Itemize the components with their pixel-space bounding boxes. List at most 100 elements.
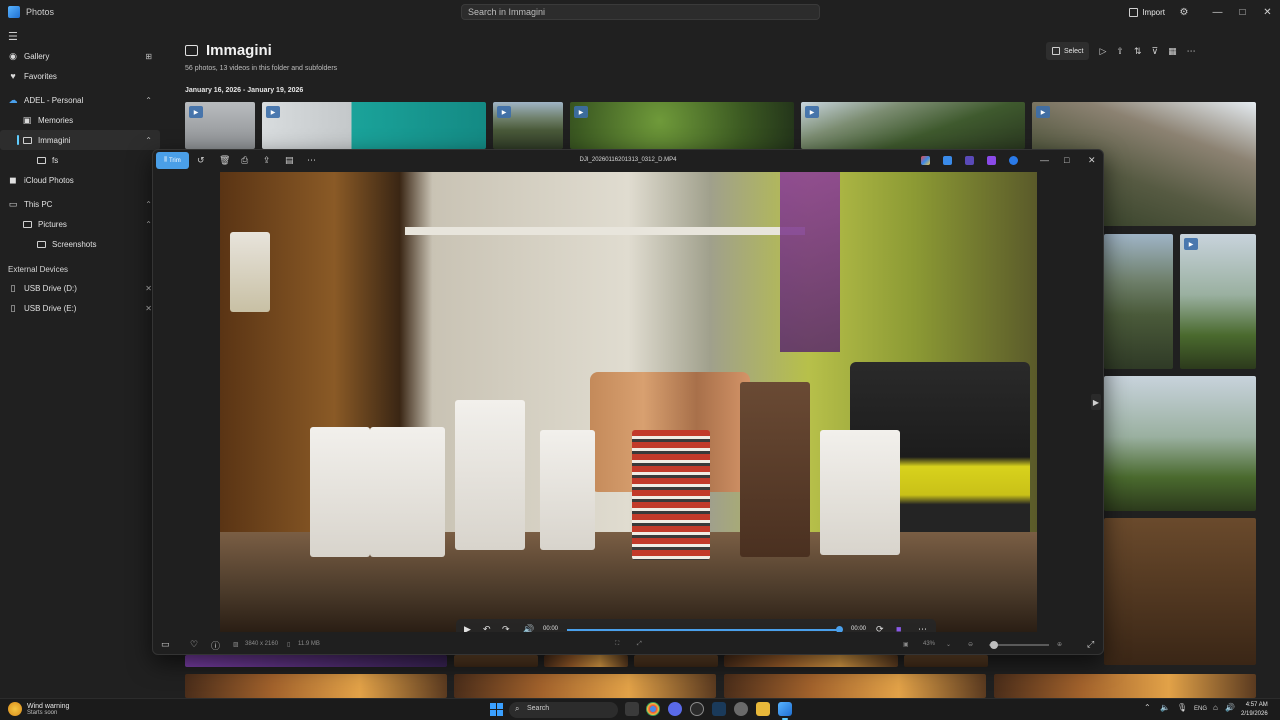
filmstrip-icon[interactable]: ▭ — [161, 639, 170, 650]
thumbnail[interactable]: ▶ — [801, 102, 1025, 149]
start-button-icon[interactable] — [490, 703, 503, 716]
seek-handle[interactable] — [836, 626, 843, 632]
view-options-icon[interactable]: ▦ — [1168, 46, 1177, 57]
sidebar-item-onedrive[interactable]: ☁ ADEL - Personal ⌃ — [0, 90, 160, 110]
eject-icon[interactable]: ✕ — [145, 304, 152, 313]
sidebar-item-favorites[interactable]: ♥ Favorites — [0, 66, 160, 86]
thumbnail[interactable] — [994, 674, 1256, 698]
volume-icon[interactable]: 🔊 — [523, 624, 534, 632]
skip-forward-icon[interactable]: ↷ — [502, 624, 510, 632]
loop-off-icon[interactable]: ⟳ — [876, 624, 884, 632]
sidebar-item-screenshots[interactable]: Screenshots — [0, 234, 160, 254]
network-icon[interactable]: ⌂ — [1213, 703, 1218, 712]
clipchamp-icon[interactable] — [965, 156, 974, 165]
sidebar-item-memories[interactable]: ▣ Memories — [0, 110, 160, 130]
select-button[interactable]: Select — [1046, 42, 1090, 60]
task-view-icon[interactable] — [625, 702, 639, 716]
zoom-slider-handle[interactable] — [989, 641, 998, 649]
microphone-icon[interactable]: 🎙 — [1177, 703, 1187, 712]
skip-back-icon[interactable]: ↶ — [483, 624, 491, 632]
viewer-maximize-button[interactable]: □ — [1064, 155, 1069, 165]
thumbnail[interactable]: ▶ — [570, 102, 794, 149]
info-icon[interactable]: ⓘ — [211, 639, 220, 652]
sidebar-item-fs[interactable]: fs — [0, 150, 160, 170]
thumbnail[interactable] — [454, 655, 538, 667]
new-folder-icon[interactable]: ⊞ — [145, 52, 152, 61]
thumbnail[interactable]: ▶ — [262, 102, 486, 149]
chevron-up-icon[interactable]: ⌃ — [145, 96, 152, 105]
chevron-up-icon[interactable]: ⌃ — [145, 136, 152, 145]
language-indicator[interactable]: ENG — [1194, 706, 1207, 712]
thumbnail[interactable] — [1104, 376, 1256, 511]
hamburger-menu-icon[interactable]: ☰ — [8, 30, 18, 43]
thumbnail[interactable] — [544, 655, 628, 667]
sidebar-item-immagini[interactable]: Immagini ⌃ — [0, 130, 160, 150]
taskbar-search[interactable]: ⌕ Search — [509, 702, 618, 718]
weather-widget[interactable]: Wind warning Starts soon — [8, 702, 69, 716]
thumbnail[interactable]: ▶ — [1180, 234, 1256, 369]
steam-icon[interactable] — [712, 702, 726, 716]
actual-size-icon[interactable]: ⤢ — [637, 641, 642, 648]
edit-app-icon[interactable] — [987, 156, 996, 165]
designer-icon[interactable] — [943, 156, 952, 165]
copilot-icon[interactable] — [921, 156, 930, 165]
file-explorer-icon[interactable] — [756, 702, 770, 716]
sidebar-item-icloud[interactable]: ◼ iCloud Photos — [0, 170, 160, 190]
fit-to-window-icon[interactable]: ⛶ — [615, 641, 619, 648]
minimize-button[interactable]: — — [1205, 0, 1230, 24]
show-hidden-icons-icon[interactable]: ⌃ — [1144, 703, 1151, 712]
gear-icon[interactable]: ⚙ — [1177, 5, 1191, 19]
clipchamp-icon[interactable]: ■ — [896, 624, 901, 632]
zoom-slider[interactable] — [989, 641, 1049, 649]
thumbnail[interactable] — [724, 674, 986, 698]
sidebar-item-gallery[interactable]: ◉ Gallery ⊞ — [0, 46, 160, 66]
photos-taskbar-icon[interactable] — [778, 702, 792, 720]
import-button[interactable]: Import — [1123, 3, 1171, 21]
sidebar-item-usb-e[interactable]: ▯ USB Drive (E:) ✕ — [0, 298, 160, 318]
seek-bar[interactable] — [567, 629, 839, 631]
close-button[interactable]: ✕ — [1255, 0, 1280, 24]
chevron-up-icon[interactable]: ⌃ — [145, 220, 152, 229]
speaker-icon[interactable]: 🔈 — [1160, 703, 1170, 712]
onedrive-icon[interactable] — [1009, 156, 1018, 165]
thumbnail[interactable] — [185, 655, 447, 667]
sidebar-item-pictures[interactable]: Pictures ⌃ — [0, 214, 160, 234]
thumbnail[interactable] — [724, 655, 898, 667]
settings-icon[interactable] — [734, 702, 748, 716]
github-icon[interactable] — [690, 702, 704, 716]
chevron-down-icon[interactable]: ⌄ — [946, 641, 951, 648]
sidebar-item-usb-d[interactable]: ▯ USB Drive (D:) ✕ — [0, 278, 160, 298]
heart-icon[interactable]: ♡ — [190, 639, 198, 650]
messenger-icon[interactable] — [668, 702, 682, 716]
video-frame[interactable]: ▶ ↶ ↷ 🔊 00:00 00:00 ⟳ ■ ⋯ — [220, 172, 1037, 632]
thumbnail[interactable] — [454, 674, 716, 698]
share-icon[interactable]: ⇪ — [1116, 46, 1124, 57]
thumbnail[interactable]: ▶ — [185, 102, 255, 149]
thumbnail[interactable] — [634, 655, 718, 667]
eject-icon[interactable]: ✕ — [145, 284, 152, 293]
filter-icon[interactable]: ⊽ — [1151, 46, 1158, 57]
thumbnail[interactable]: ▶ — [493, 102, 563, 149]
fullscreen-icon[interactable]: ⤢ — [1087, 639, 1094, 650]
volume-icon[interactable]: 🔊 — [1225, 703, 1235, 712]
thumbnail[interactable] — [904, 655, 988, 667]
viewer-close-button[interactable]: ✕ — [1088, 155, 1096, 166]
zoom-out-icon[interactable]: ⊖ — [968, 641, 973, 648]
thumbnail[interactable] — [185, 674, 447, 698]
fit-icon[interactable]: ▣ — [903, 641, 909, 648]
sort-icon[interactable]: ⇅ — [1134, 46, 1142, 57]
zoom-in-icon[interactable]: ⊕ — [1057, 641, 1062, 648]
thumbnail[interactable] — [1104, 234, 1173, 369]
zoom-value[interactable]: 43% — [923, 641, 935, 647]
sidebar-item-this-pc[interactable]: ▭ This PC ⌃ — [0, 194, 160, 214]
maximize-button[interactable]: □ — [1230, 0, 1255, 24]
next-item-arrow-icon[interactable]: ▶ — [1091, 394, 1101, 410]
play-icon[interactable]: ▶ — [464, 624, 471, 632]
viewer-minimize-button[interactable]: — — [1040, 155, 1049, 165]
search-input[interactable]: Search in Immagini — [461, 4, 820, 20]
chrome-icon[interactable] — [646, 702, 660, 716]
clock[interactable]: 4:57 AM 2/19/2026 — [1241, 701, 1268, 719]
thumbnail[interactable] — [1104, 518, 1256, 665]
slideshow-icon[interactable]: ▷ — [1099, 46, 1106, 57]
more-options-icon[interactable]: ⋯ — [918, 624, 927, 632]
